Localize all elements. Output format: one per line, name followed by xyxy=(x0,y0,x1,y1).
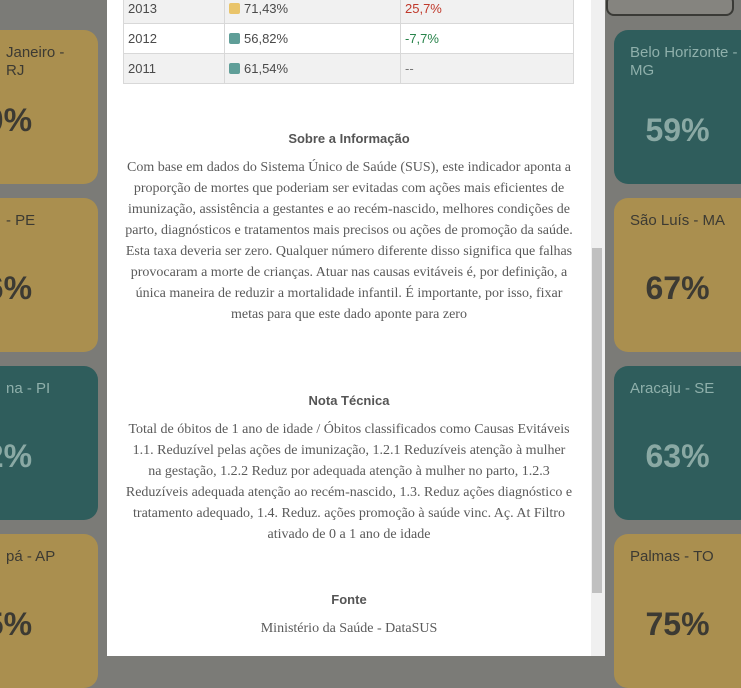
value-text: 61,54% xyxy=(244,61,289,76)
city-card-bh[interactable]: Belo Horizonte - MG 59% xyxy=(614,30,741,184)
value-text: 71,43% xyxy=(244,1,289,16)
city-card-pi[interactable]: na - PI 62% xyxy=(0,366,98,520)
city-name: Palmas - TO xyxy=(630,548,714,565)
change-cell: -7,7% xyxy=(400,23,574,54)
sobre-title: Sobre a Informação xyxy=(288,131,410,146)
city-card-se[interactable]: Aracaju - SE 63% xyxy=(614,366,741,520)
city-percentage: 63% xyxy=(645,438,710,474)
fonte-title: Fonte xyxy=(331,592,367,607)
city-card-ma[interactable]: São Luís - MA 67% xyxy=(614,198,741,352)
change-cell: -- xyxy=(400,53,574,84)
city-card-rio[interactable]: Janeiro - RJ 70% xyxy=(0,30,98,184)
modal-scrollbar[interactable] xyxy=(591,0,605,656)
indicator-detail-modal: 2013 71,43% 25,7% 2012 56,82% -7,7% 2011… xyxy=(107,0,591,656)
year-cell: 2012 xyxy=(123,23,225,54)
top-action-button[interactable] xyxy=(606,0,734,16)
city-percentage: 66% xyxy=(0,270,33,306)
value-swatch xyxy=(229,33,240,44)
value-text: 56,82% xyxy=(244,31,289,46)
change-cell: 25,7% xyxy=(400,0,574,24)
history-table: 2013 71,43% 25,7% 2012 56,82% -7,7% 2011… xyxy=(123,0,574,84)
year-cell: 2011 xyxy=(123,53,225,84)
sobre-text: Com base em dados do Sistema Único de Sa… xyxy=(125,160,573,322)
city-percentage: 70% xyxy=(0,102,33,138)
table-row: 2011 61,54% -- xyxy=(123,53,574,84)
year-cell: 2013 xyxy=(123,0,225,24)
city-percentage: 75% xyxy=(645,606,710,642)
value-swatch xyxy=(229,3,240,14)
city-percentage: 75% xyxy=(0,606,33,642)
city-name: São Luís - MA xyxy=(630,212,726,229)
value-cell: 56,82% xyxy=(224,23,401,54)
fonte-text: Ministério da Saúde - DataSUS xyxy=(260,621,438,636)
city-name: - PE xyxy=(6,212,36,229)
value-cell: 71,43% xyxy=(224,0,401,24)
city-card-ap[interactable]: pá - AP 75% xyxy=(0,534,98,688)
city-name: Belo Horizonte - MG xyxy=(630,44,738,79)
nota-tecnica-title: Nota Técnica xyxy=(308,393,390,408)
city-name: na - PI xyxy=(6,380,51,397)
city-name: Janeiro - RJ xyxy=(6,44,65,79)
city-name: Aracaju - SE xyxy=(630,380,715,397)
city-card-to[interactable]: Palmas - TO 75% xyxy=(614,534,741,688)
value-cell: 61,54% xyxy=(224,53,401,84)
nota-tecnica-text: Total de óbitos de 1 ano de idade / Óbit… xyxy=(125,422,573,542)
table-row: 2013 71,43% 25,7% xyxy=(123,0,574,24)
city-percentage: 67% xyxy=(645,270,710,306)
value-swatch xyxy=(229,63,240,74)
scrollbar-thumb[interactable] xyxy=(592,248,602,593)
city-percentage: 62% xyxy=(0,438,33,474)
table-row: 2012 56,82% -7,7% xyxy=(123,23,574,54)
city-name: pá - AP xyxy=(6,548,56,565)
city-card-pe[interactable]: - PE 66% xyxy=(0,198,98,352)
city-percentage: 59% xyxy=(645,112,710,148)
